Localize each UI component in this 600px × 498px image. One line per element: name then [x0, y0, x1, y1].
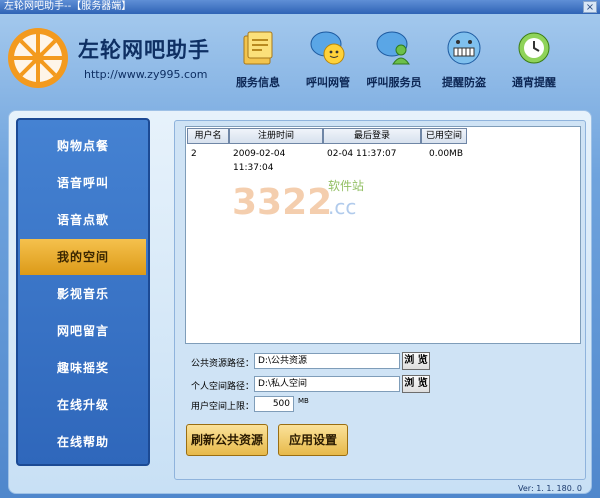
logo-wheel-icon [8, 28, 68, 88]
sidebar-item-shopping[interactable]: 购物点餐 [20, 128, 146, 164]
sidebar: 购物点餐 语音呼叫 语音点歌 我的空间 影视音乐 网吧留言 趣味摇奖 在线升级 … [16, 118, 150, 466]
window-title: 左轮网吧助手--【服务器端】 [4, 1, 132, 12]
sidebar-item-voice-call[interactable]: 语音呼叫 [20, 165, 146, 201]
user-space-table[interactable]: 用户名 注册时间 最后登录 已用空间 2 2009-02-04 11:37:04… [185, 126, 581, 344]
smiley-chat-icon [310, 31, 345, 65]
sidebar-item-help[interactable]: 在线帮助 [20, 424, 146, 460]
personal-path-label: 个人空间路径： [190, 382, 254, 392]
public-path-input[interactable]: D:\公共资源 [254, 353, 400, 369]
watermark-number: 3322 [232, 182, 332, 222]
apply-settings-button[interactable]: 应用设置 [278, 424, 348, 456]
sidebar-item-song-request[interactable]: 语音点歌 [20, 202, 146, 238]
toolbar-service-info[interactable]: 服务信息 [226, 28, 290, 90]
column-header[interactable]: 用户名 [187, 128, 229, 144]
cell-registered: 2009-02-04 11:37:04 [233, 149, 286, 173]
quota-label: 用户空间上限： [190, 402, 254, 412]
toolbar-label: 呼叫服务员 [366, 76, 422, 89]
sidebar-item-my-space[interactable]: 我的空间 [20, 239, 146, 275]
toolbar-label: 通宵提醒 [512, 76, 556, 89]
cell-last-login: 02-04 11:37:07 [327, 149, 397, 159]
close-button[interactable]: × [583, 1, 597, 13]
watermark: 3322 软件站 .cc [232, 179, 364, 222]
header: 左轮网吧助手 http://www.zy995.com 服务信息 呼叫网管 呼叫… [0, 14, 600, 104]
column-header[interactable]: 最后登录 [323, 128, 421, 144]
personal-path-input[interactable]: D:\私人空间 [254, 376, 400, 392]
public-path-label: 公共资源路径： [190, 359, 254, 369]
cell-user: 2 [191, 149, 197, 159]
user-chat-icon [376, 31, 410, 65]
toolbar-overnight-reminder[interactable]: 通宵提醒 [502, 28, 566, 90]
clock-icon [518, 32, 550, 64]
browse-public-button[interactable]: 浏 览 [402, 352, 430, 370]
brand-name: 左轮网吧助手 [78, 37, 210, 62]
notes-icon [243, 31, 273, 65]
sidebar-item-lottery[interactable]: 趣味摇奖 [20, 350, 146, 386]
alarm-face-icon [447, 31, 481, 65]
title-bar: 左轮网吧助手--【服务器端】 × [0, 0, 600, 14]
cell-used: 0.00MB [429, 149, 463, 159]
table-header: 用户名 注册时间 最后登录 已用空间 [187, 128, 467, 144]
watermark-suffix: .cc [328, 195, 356, 219]
toolbar-label: 服务信息 [236, 76, 280, 89]
toolbar-call-waiter[interactable]: 呼叫服务员 [362, 28, 426, 90]
toolbar-call-admin[interactable]: 呼叫网管 [296, 28, 360, 90]
quota-input[interactable]: 500 [254, 396, 294, 412]
sidebar-item-messages[interactable]: 网吧留言 [20, 313, 146, 349]
browse-personal-button[interactable]: 浏 览 [402, 375, 430, 393]
quota-unit: MB [298, 397, 309, 405]
refresh-public-resources-button[interactable]: 刷新公共资源 [186, 424, 268, 456]
toolbar-label: 提醒防盗 [442, 76, 486, 89]
sidebar-item-video-music[interactable]: 影视音乐 [20, 276, 146, 312]
site-url[interactable]: http://www.zy995.com [84, 68, 207, 81]
sidebar-item-upgrade[interactable]: 在线升级 [20, 387, 146, 423]
table-row[interactable]: 2 2009-02-04 11:37:04 02-04 11:37:07 0.0… [187, 147, 467, 173]
toolbar-anti-theft[interactable]: 提醒防盗 [432, 28, 496, 90]
version-label: Ver: 1. 1. 180. 0 [518, 484, 582, 493]
toolbar-label: 呼叫网管 [306, 76, 350, 89]
column-header[interactable]: 注册时间 [229, 128, 323, 144]
watermark-cn: 软件站 [328, 179, 364, 193]
app-window: 左轮网吧助手--【服务器端】 × 左轮网吧助手 http://www.zy995… [0, 0, 600, 498]
column-header[interactable]: 已用空间 [421, 128, 467, 144]
